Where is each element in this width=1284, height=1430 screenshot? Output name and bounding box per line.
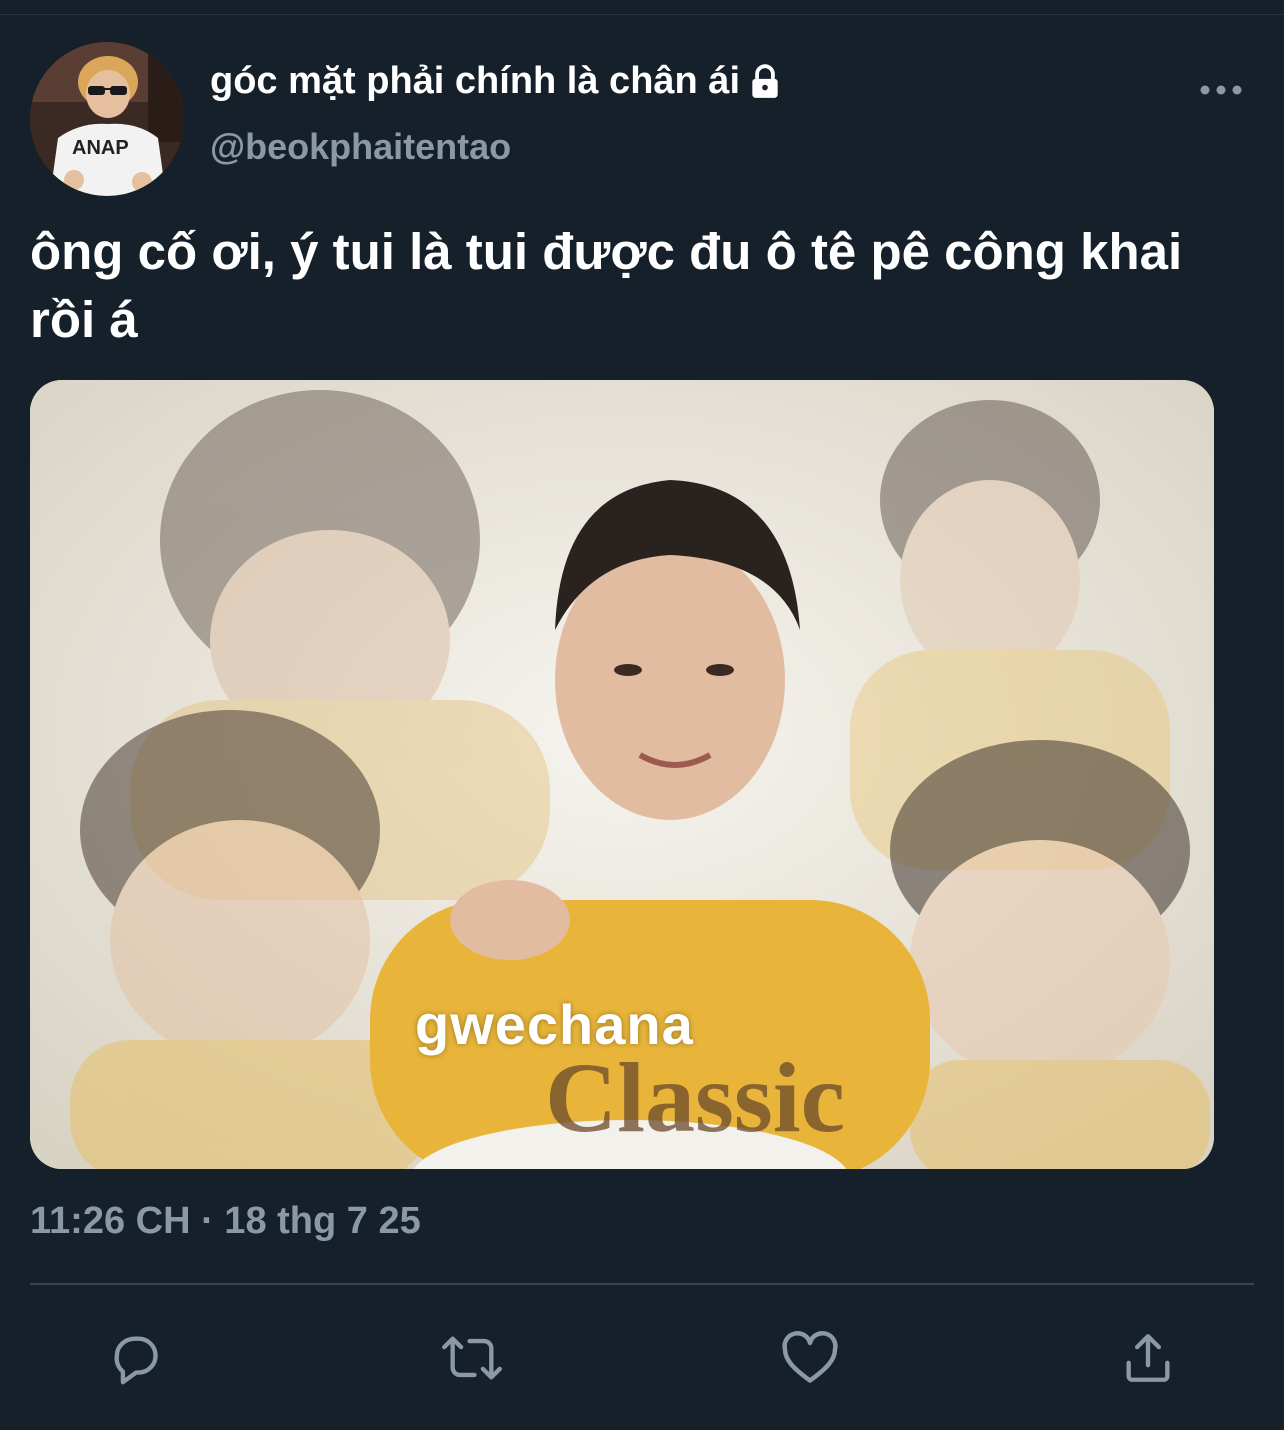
retweet-icon xyxy=(442,1336,502,1380)
reply-button[interactable] xyxy=(103,1326,167,1390)
top-divider xyxy=(0,14,1284,15)
lock-icon xyxy=(752,63,778,98)
tweet-media[interactable]: Classic gwechana xyxy=(30,380,1214,1169)
share-button[interactable] xyxy=(1116,1326,1180,1390)
tweet-timestamp[interactable]: 11:26 CH · 18 thg 7 25 xyxy=(30,1200,421,1243)
retweet-button[interactable] xyxy=(440,1326,504,1390)
display-name: góc mặt phải chính là chân ái xyxy=(210,60,740,102)
like-button[interactable] xyxy=(778,1326,842,1390)
avatar-image: ANAP xyxy=(30,42,184,196)
reply-icon xyxy=(114,1336,158,1385)
tweet-text: ông cố ơi, ý tui là tui được đu ô tê pê … xyxy=(30,223,1183,348)
more-options-button[interactable] xyxy=(1196,70,1246,110)
media-caption: gwechana xyxy=(415,993,694,1056)
media-shirt-text: Classic xyxy=(545,1042,845,1153)
avatar-shirt-text: ANAP xyxy=(72,137,129,159)
tweet-detail-page: ANAP góc mặt phải chính là chân ái @beok… xyxy=(0,0,1284,1430)
display-name-row[interactable]: góc mặt phải chính là chân ái xyxy=(210,60,784,103)
user-handle[interactable]: @beokphaitentao xyxy=(210,126,511,168)
heart-icon xyxy=(782,1331,838,1383)
actions-divider xyxy=(30,1283,1254,1285)
more-horizontal-icon xyxy=(1200,85,1242,95)
share-icon xyxy=(1126,1334,1170,1382)
avatar[interactable]: ANAP xyxy=(30,42,184,196)
